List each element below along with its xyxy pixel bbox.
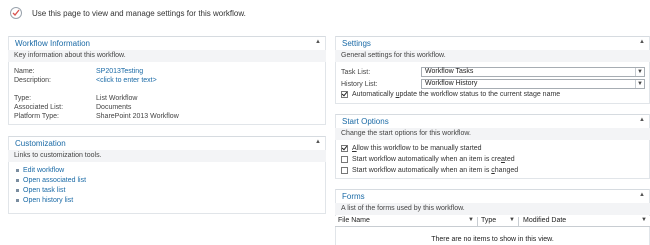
workflow-information-panel: Workflow Information ▲ Key information a… [8,36,326,125]
panel-title: Forms [342,192,365,201]
chevron-down-icon[interactable]: ▼ [635,80,644,88]
start-on-change-checkbox[interactable] [341,167,348,174]
start-on-create-label: Start workflow automatically when an ite… [352,156,515,163]
description-value[interactable]: <click to enter text> [96,77,157,84]
task-list-select[interactable]: Workflow Tasks ▼ [421,67,645,77]
associated-list-label: Associated List: [14,104,64,111]
forms-table-header: File Name ▼ Type ▼ Modified Date ▼ [335,216,650,227]
column-dropdown-icon[interactable]: ▼ [468,217,474,223]
start-on-change-label: Start workflow automatically when an ite… [352,167,519,174]
column-header-type[interactable]: Type [481,217,496,224]
auto-update-status-label: Automatically update the workflow status… [352,91,561,98]
name-value[interactable]: SP2013Testing [96,68,143,75]
collapse-caret-icon[interactable]: ▲ [639,192,645,198]
type-value: List Workflow [96,95,138,102]
panel-header: Settings ▲ [335,36,650,50]
associated-list-value: Documents [96,104,132,111]
panel-header: Customization ▲ [8,136,326,150]
task-list-label: Task List: [341,69,371,76]
bullet-icon [16,198,19,202]
platform-type-label: Platform Type: [14,113,60,120]
page-intro: Use this page to view and manage setting… [32,9,246,18]
panel-description: Change the start options for this workfl… [335,128,650,140]
collapse-caret-icon[interactable]: ▲ [315,139,321,145]
open-history-list-link[interactable]: Open history list [16,197,73,204]
column-separator [518,217,519,226]
bullet-icon [16,178,19,182]
column-header-modified-date[interactable]: Modified Date [523,217,566,224]
panel-description: Links to customization tools. [8,150,326,162]
platform-type-value: SharePoint 2013 Workflow [96,113,179,120]
start-on-create-checkbox[interactable] [341,156,348,163]
collapse-caret-icon[interactable]: ▲ [639,39,645,45]
panel-title: Start Options [342,117,389,126]
name-label: Name: [14,68,35,75]
chevron-down-icon[interactable]: ▼ [635,68,644,76]
history-list-select[interactable]: Workflow History ▼ [421,79,645,89]
description-label: Description: [14,77,51,84]
panel-title: Settings [342,39,371,48]
panel-title: Workflow Information [15,39,90,48]
allow-manual-start-checkbox[interactable] [341,145,348,152]
edit-workflow-link[interactable]: Edit workflow [16,167,64,174]
settings-panel: Settings ▲ General settings for this wor… [335,36,650,104]
panel-header: Workflow Information ▲ [8,36,326,50]
panel-description: Key information about this workflow. [8,50,326,62]
column-header-file-name[interactable]: File Name [338,217,370,224]
history-list-label: History List: [341,81,378,88]
open-task-list-link[interactable]: Open task list [16,187,65,194]
type-label: Type: [14,95,32,102]
panel-title: Customization [15,139,66,148]
empty-table-message: There are no items to show in this view. [431,236,554,243]
start-options-panel: Start Options ▲ Change the start options… [335,114,650,179]
open-associated-list-link[interactable]: Open associated list [16,177,86,184]
collapse-caret-icon[interactable]: ▲ [639,117,645,123]
column-separator [477,217,478,226]
column-dropdown-icon[interactable]: ▼ [641,217,647,223]
collapse-caret-icon[interactable]: ▲ [315,39,321,45]
bullet-icon [16,188,19,192]
panel-header: Forms ▲ [335,189,650,203]
column-dropdown-icon[interactable]: ▼ [509,217,515,223]
allow-manual-start-label: Allow this workflow to be manually start… [352,145,482,152]
workflow-settings-icon [10,7,22,19]
auto-update-status-checkbox[interactable] [341,91,348,98]
panel-description: A list of the forms used by this workflo… [335,203,650,215]
panel-header: Start Options ▲ [335,114,650,128]
customization-panel: Customization ▲ Links to customization t… [8,136,326,214]
panel-description: General settings for this workflow. [335,50,650,62]
forms-panel: Forms ▲ A list of the forms used by this… [335,189,650,245]
bullet-icon [16,168,19,172]
